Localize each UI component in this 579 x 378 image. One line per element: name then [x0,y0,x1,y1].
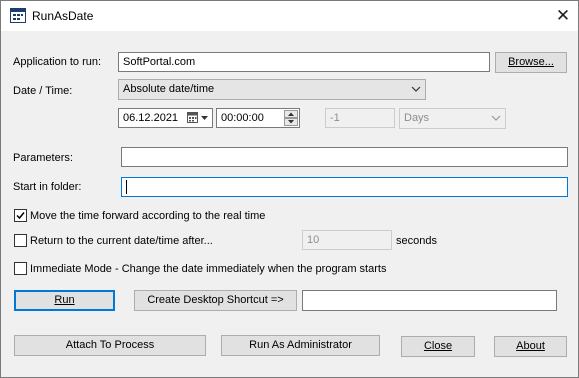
offset-unit-value: Days [404,112,430,124]
immediate-mode-label: Immediate Mode - Change the date immedia… [30,263,387,275]
application-label: Application to run: [13,56,102,68]
run-button[interactable]: Run [14,290,115,311]
application-input[interactable]: SoftPortal.com [118,52,490,72]
browse-label: Browse... [508,56,554,68]
chevron-down-icon [411,86,421,92]
move-forward-label: Move the time forward according to the r… [30,210,266,222]
offset-unit-select[interactable]: Days [399,108,506,129]
shortcut-name-input[interactable] [302,290,557,311]
calendar-dropdown-icon[interactable] [186,111,210,125]
browse-button[interactable]: Browse... [495,52,567,73]
date-picker[interactable]: 06.12.2021 [118,108,213,128]
time-picker[interactable]: 00:00:00 [216,108,300,128]
app-window-icon [10,8,26,23]
runasdate-window: RunAsDate ✕ Application to run: SoftPort… [0,0,579,378]
move-forward-checkbox[interactable] [14,209,27,222]
checkmark-icon [16,212,25,220]
attach-process-button[interactable]: Attach To Process [14,335,206,356]
immediate-mode-checkbox[interactable] [14,262,27,275]
datetime-label: Date / Time: [13,85,73,97]
close-window-button[interactable]: ✕ [549,3,577,29]
datetime-mode-select[interactable]: Absolute date/time [118,79,426,100]
datetime-mode-value: Absolute date/time [123,83,215,95]
start-folder-label: Start in folder: [13,181,82,193]
close-button[interactable]: Close [401,336,475,357]
create-shortcut-button[interactable]: Create Desktop Shortcut => [134,290,297,311]
return-seconds-input[interactable]: 10 [302,230,392,250]
text-caret [126,180,127,194]
parameters-input[interactable] [121,147,568,167]
spin-updown-icon[interactable] [284,110,298,126]
window-title: RunAsDate [32,9,94,23]
run-label: Run [54,294,75,306]
return-after-label: Return to the current date/time after... [30,235,213,247]
close-label: Close [423,340,453,352]
return-after-checkbox[interactable] [14,234,27,247]
start-folder-input[interactable] [121,177,568,197]
date-value: 06.12.2021 [123,112,179,124]
seconds-label: seconds [396,235,437,247]
offset-value-input[interactable]: -1 [325,108,395,128]
about-label: About [516,340,545,352]
about-button[interactable]: About [494,336,567,357]
time-value: 00:00:00 [221,112,264,124]
parameters-label: Parameters: [13,152,73,164]
chevron-down-icon [491,115,501,121]
run-as-admin-button[interactable]: Run As Administrator [221,335,380,356]
title-bar: RunAsDate ✕ [1,1,578,31]
